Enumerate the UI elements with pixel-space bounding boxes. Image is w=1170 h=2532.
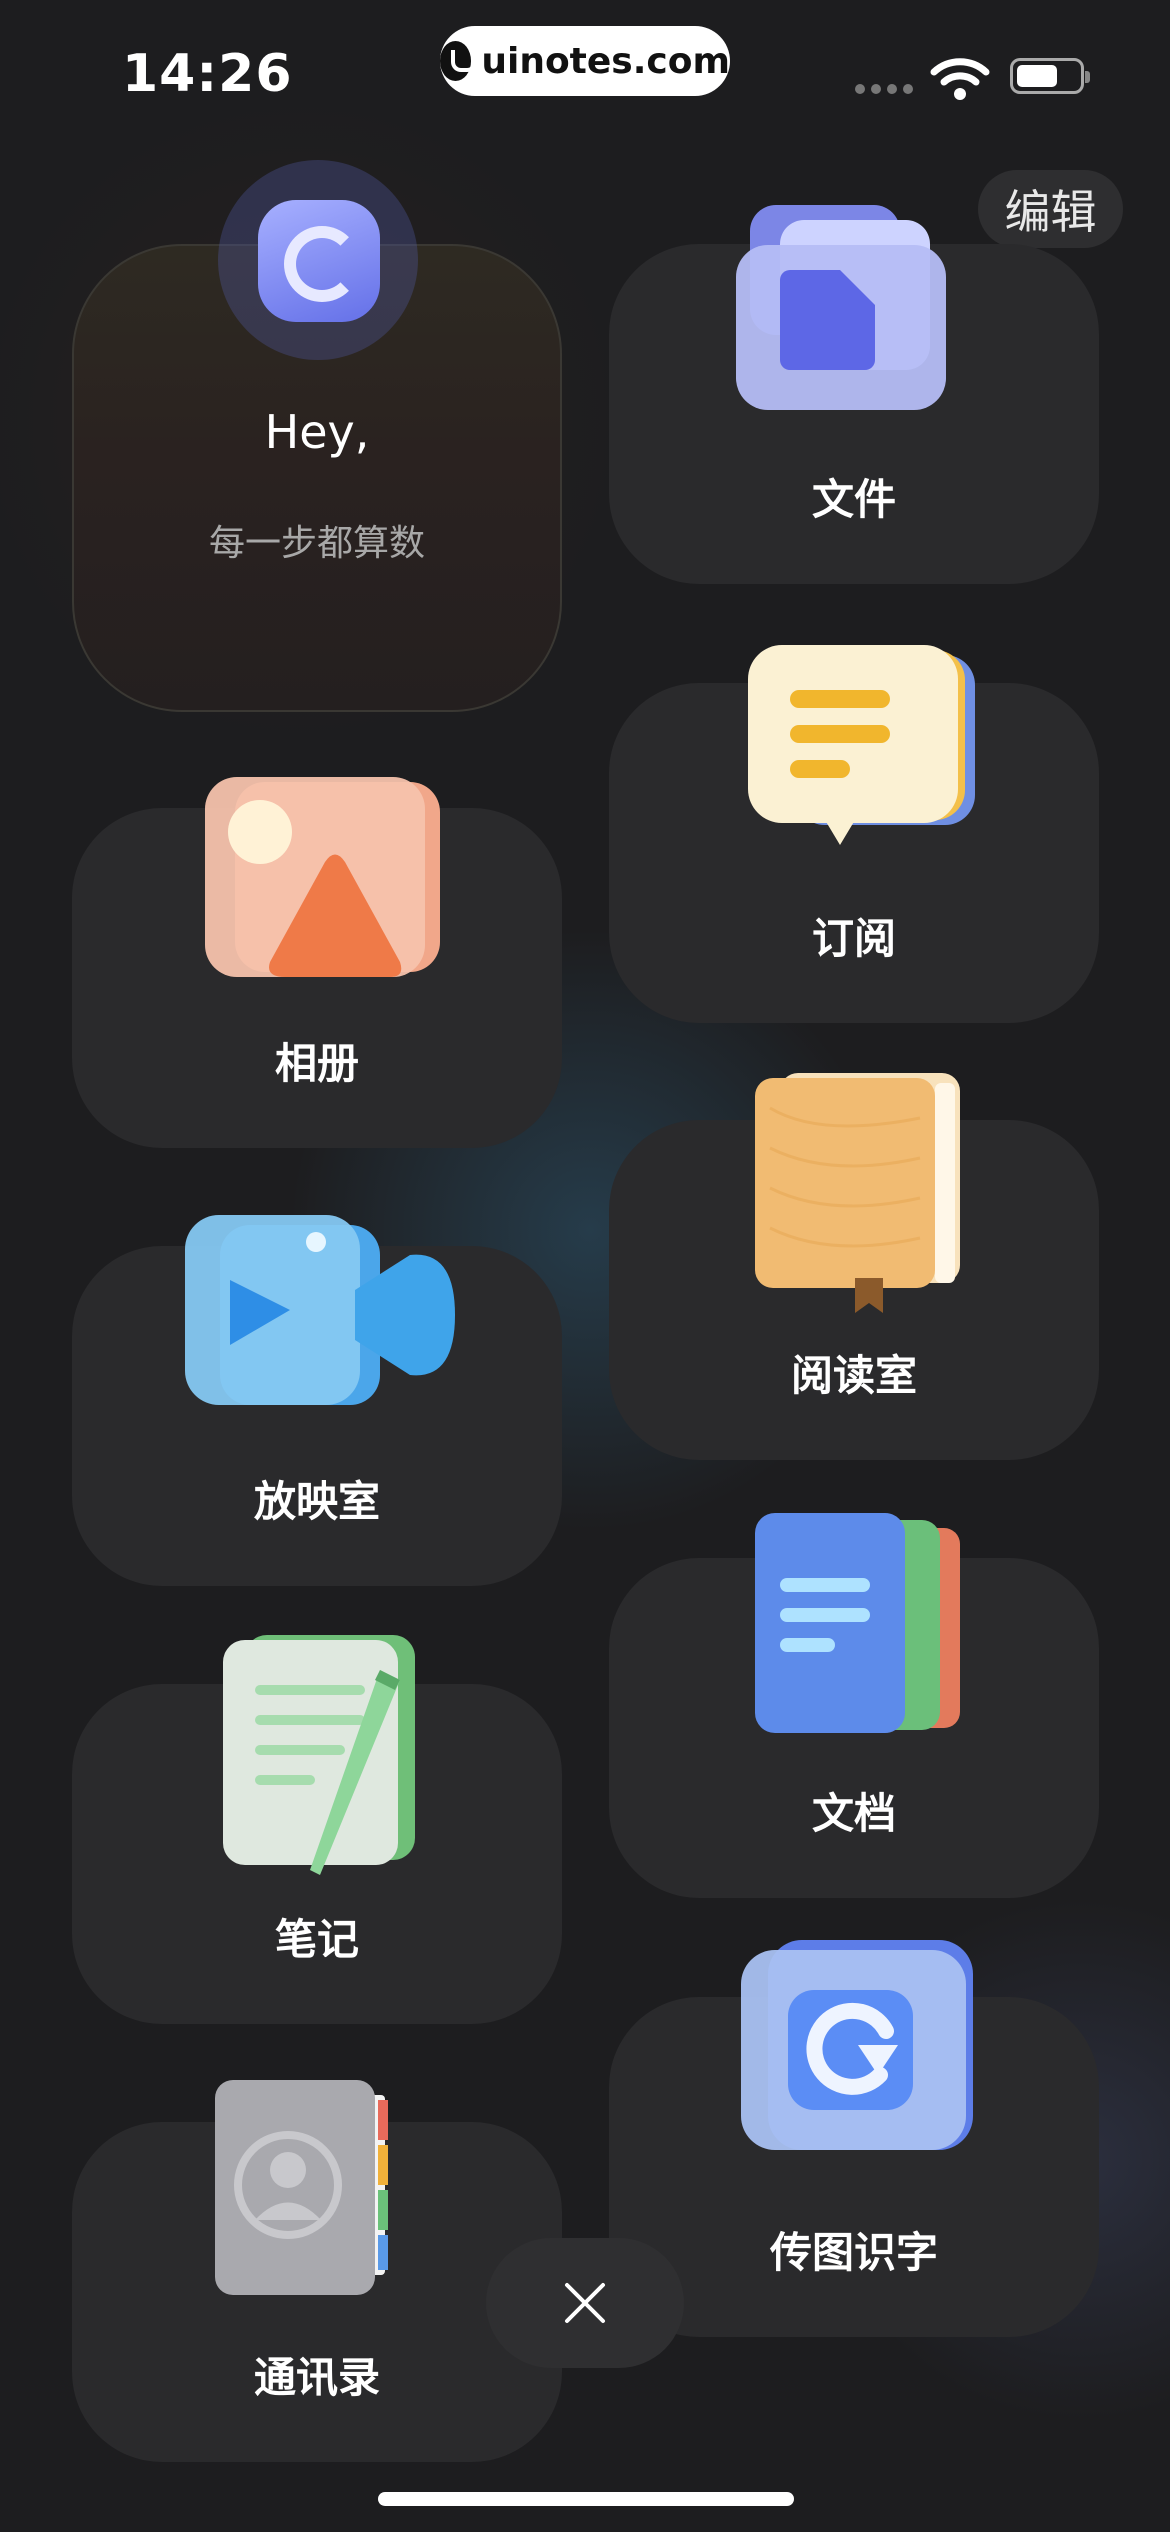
- avatar[interactable]: [258, 200, 380, 322]
- battery-icon: [1010, 58, 1090, 94]
- close-button[interactable]: [486, 2238, 684, 2368]
- uinotes-logo-icon: [440, 41, 478, 81]
- edit-button[interactable]: 编辑: [978, 170, 1123, 248]
- greeting-title: Hey,: [264, 405, 370, 459]
- tile-contacts-label: 通讯录: [253, 2353, 380, 2402]
- cellular-signal-icon: [855, 84, 913, 94]
- ocr-icon: [741, 1940, 973, 2150]
- tile-notes-label: 笔记: [274, 1915, 359, 1964]
- greeting-subtitle: 每一步都算数: [208, 523, 425, 564]
- book-icon: [755, 1073, 960, 1313]
- tile-files-label: 文件: [811, 475, 896, 524]
- tile-subscribe-label: 订阅: [811, 914, 896, 963]
- tile-reading-room-label: 阅读室: [790, 1351, 917, 1400]
- tile-album-label: 相册: [274, 1039, 359, 1088]
- video-camera-icon: [185, 1215, 455, 1405]
- folder-icon: [736, 205, 946, 410]
- document-icon: [755, 1513, 960, 1733]
- notepad-pen-icon: [223, 1635, 415, 1875]
- contacts-book-icon: [215, 2080, 388, 2295]
- tile-documents-label: 文档: [811, 1789, 896, 1838]
- url-pill[interactable]: uinotes.com: [440, 26, 730, 96]
- status-time: 14:26: [122, 44, 293, 104]
- tile-image-ocr-label: 传图识字: [769, 2228, 938, 2277]
- chat-bubble-icon: [748, 645, 975, 845]
- home-indicator[interactable]: [378, 2492, 794, 2506]
- close-icon: [565, 2283, 605, 2323]
- url-text: uinotes.com: [481, 40, 730, 82]
- tile-screening-room-label: 放映室: [253, 1477, 380, 1526]
- photo-icon: [205, 777, 440, 977]
- wifi-icon: [930, 58, 990, 100]
